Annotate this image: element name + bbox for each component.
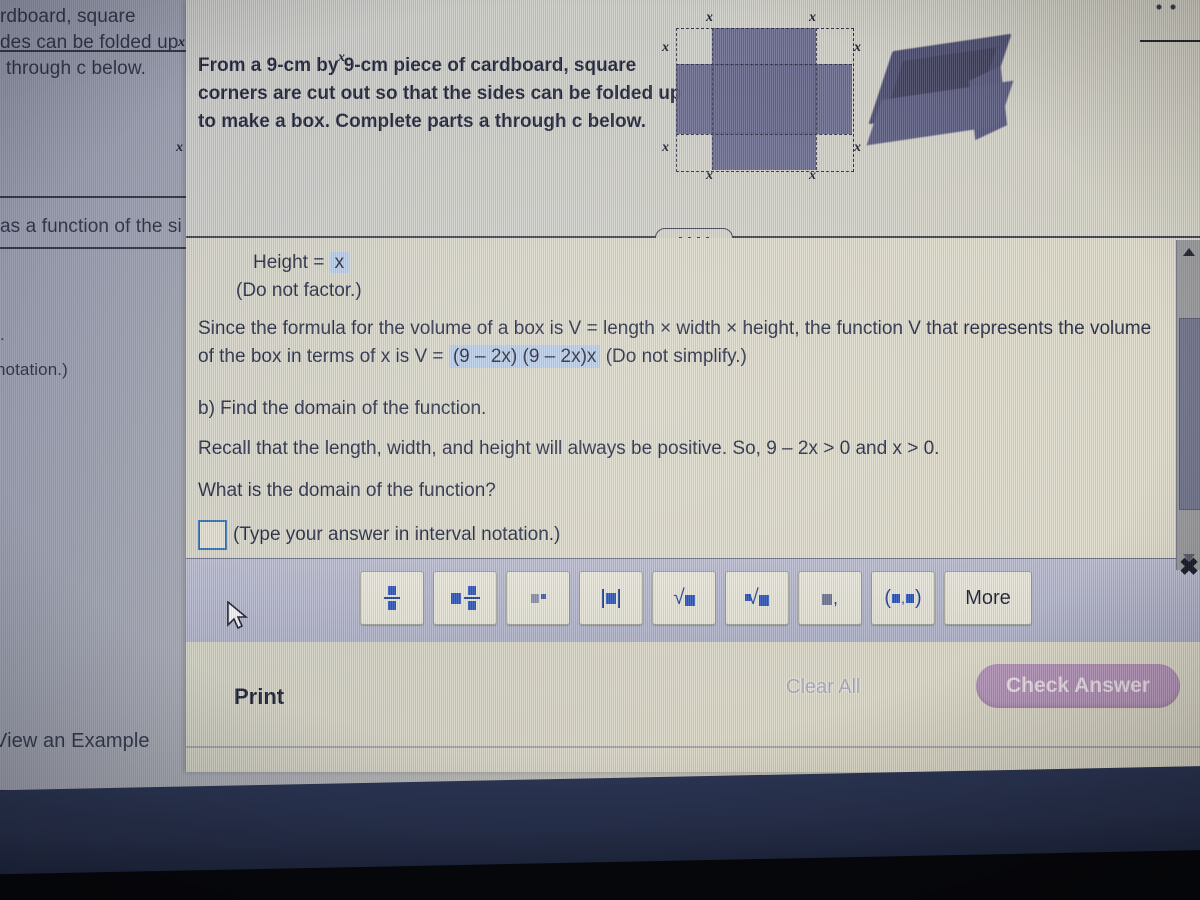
height-value-highlight[interactable]: x	[329, 252, 350, 273]
net-fold-line	[676, 64, 852, 65]
background-text-line-6: .	[0, 325, 5, 344]
box-height-label: x	[338, 50, 345, 65]
net-label-x: x	[662, 40, 669, 55]
volume-expression-highlight[interactable]: (9 – 2x) (9 – 2x)x	[448, 345, 601, 368]
fraction-button[interactable]	[360, 571, 424, 625]
exponent-icon	[530, 593, 546, 603]
screen-artifact	[1152, 2, 1180, 12]
height-label: Height =	[253, 252, 325, 273]
math-palette-buttons: √ √ , (,) More	[360, 571, 1032, 625]
subscript-button[interactable]: ,	[798, 571, 862, 625]
nth-root-button[interactable]: √	[725, 571, 789, 625]
volume-formula-line-2: of the box in terms of x is V = (9 – 2x)…	[198, 344, 747, 370]
close-icon[interactable]: ✖	[1178, 556, 1200, 580]
background-text-line-2: des can be folded up	[0, 32, 179, 53]
domain-question: What is the domain of the function?	[198, 480, 496, 501]
solution-work-area: Height = x (Do not factor.) Since the fo…	[186, 238, 1200, 558]
vertical-scrollbar[interactable]	[1176, 240, 1200, 570]
net-label-x: x	[854, 140, 861, 155]
action-bar-divider	[186, 746, 1200, 748]
exponent-button[interactable]	[506, 571, 570, 625]
net-fold-line	[816, 28, 817, 170]
background-divider	[0, 196, 190, 198]
part-b-prompt: b) Find the domain of the function.	[198, 398, 487, 419]
math-palette-toolbar: √ √ , (,) More	[186, 558, 1200, 643]
screen-edge-line	[1140, 40, 1200, 42]
background-variable-label: x	[178, 35, 185, 50]
volume-formula-prefix: of the box in terms of x is V =	[198, 346, 444, 367]
absolute-value-icon	[602, 588, 620, 608]
do-not-factor-note: (Do not factor.)	[236, 280, 362, 301]
net-label-x: x	[809, 10, 816, 25]
nth-root-icon: √	[745, 586, 769, 610]
do-not-simplify-note: (Do not simplify.)	[605, 346, 747, 367]
mouse-cursor-icon	[227, 601, 248, 629]
net-fold-line	[712, 28, 713, 170]
net-label-x: x	[706, 10, 713, 25]
background-divider	[0, 247, 188, 249]
interval-icon: (,)	[884, 586, 922, 609]
question-dialog: From a 9-cm by 9-cm piece of cardboard, …	[186, 0, 1200, 772]
mixed-number-button[interactable]	[433, 571, 497, 625]
answer-row: (Type your answer in interval notation.)	[198, 520, 560, 550]
background-text-line-5: notation.)	[0, 360, 68, 379]
folded-box-diagram	[866, 33, 1036, 168]
net-dashed-outline	[676, 28, 854, 172]
check-answer-button[interactable]: Check Answer	[976, 664, 1180, 708]
scroll-up-button[interactable]	[1177, 242, 1200, 262]
net-label-x: x	[706, 168, 713, 183]
net-label-x: x	[854, 40, 861, 55]
action-bar: Print Clear All Check Answer	[186, 642, 1200, 772]
volume-formula-line-1: Since the formula for the volume of a bo…	[198, 318, 1152, 339]
answer-format-hint: (Type your answer in interval notation.)	[233, 524, 561, 545]
domain-answer-input[interactable]	[198, 520, 227, 550]
background-text-line-1: rdboard, square	[0, 6, 136, 27]
square-root-button[interactable]: √	[652, 571, 716, 625]
absolute-value-button[interactable]	[579, 571, 643, 625]
scrollbar-thumb[interactable]	[1179, 318, 1200, 510]
recall-hint: Recall that the length, width, and heigh…	[198, 438, 940, 459]
mixed-number-icon	[450, 586, 480, 610]
print-button[interactable]: Print	[234, 684, 284, 710]
background-variable-label: x	[176, 140, 183, 155]
chevron-up-icon	[1183, 248, 1195, 256]
photographed-screen: rdboard, square des can be folded up thr…	[0, 0, 1200, 900]
problem-statement-region: From a 9-cm by 9-cm piece of cardboard, …	[186, 0, 1200, 238]
more-button[interactable]: More	[944, 571, 1032, 625]
clear-all-button[interactable]: Clear All	[786, 676, 860, 699]
fraction-icon	[384, 586, 400, 610]
net-fold-line	[676, 134, 852, 135]
cardboard-net-diagram: x x x x x x x x	[662, 10, 861, 184]
background-text-line-3: through c below.	[6, 58, 146, 79]
background-text-line-4: as a function of the si	[0, 216, 182, 237]
square-root-icon: √	[673, 586, 695, 610]
interval-button[interactable]: (,)	[871, 571, 935, 625]
problem-statement-text: From a 9-cm by 9-cm piece of cardboard, …	[198, 55, 682, 132]
subscript-icon: ,	[821, 589, 838, 607]
net-label-x: x	[809, 168, 816, 183]
height-line: Height = x	[253, 250, 350, 276]
view-an-example-link[interactable]: View an Example	[0, 730, 150, 753]
net-label-x: x	[662, 140, 669, 155]
